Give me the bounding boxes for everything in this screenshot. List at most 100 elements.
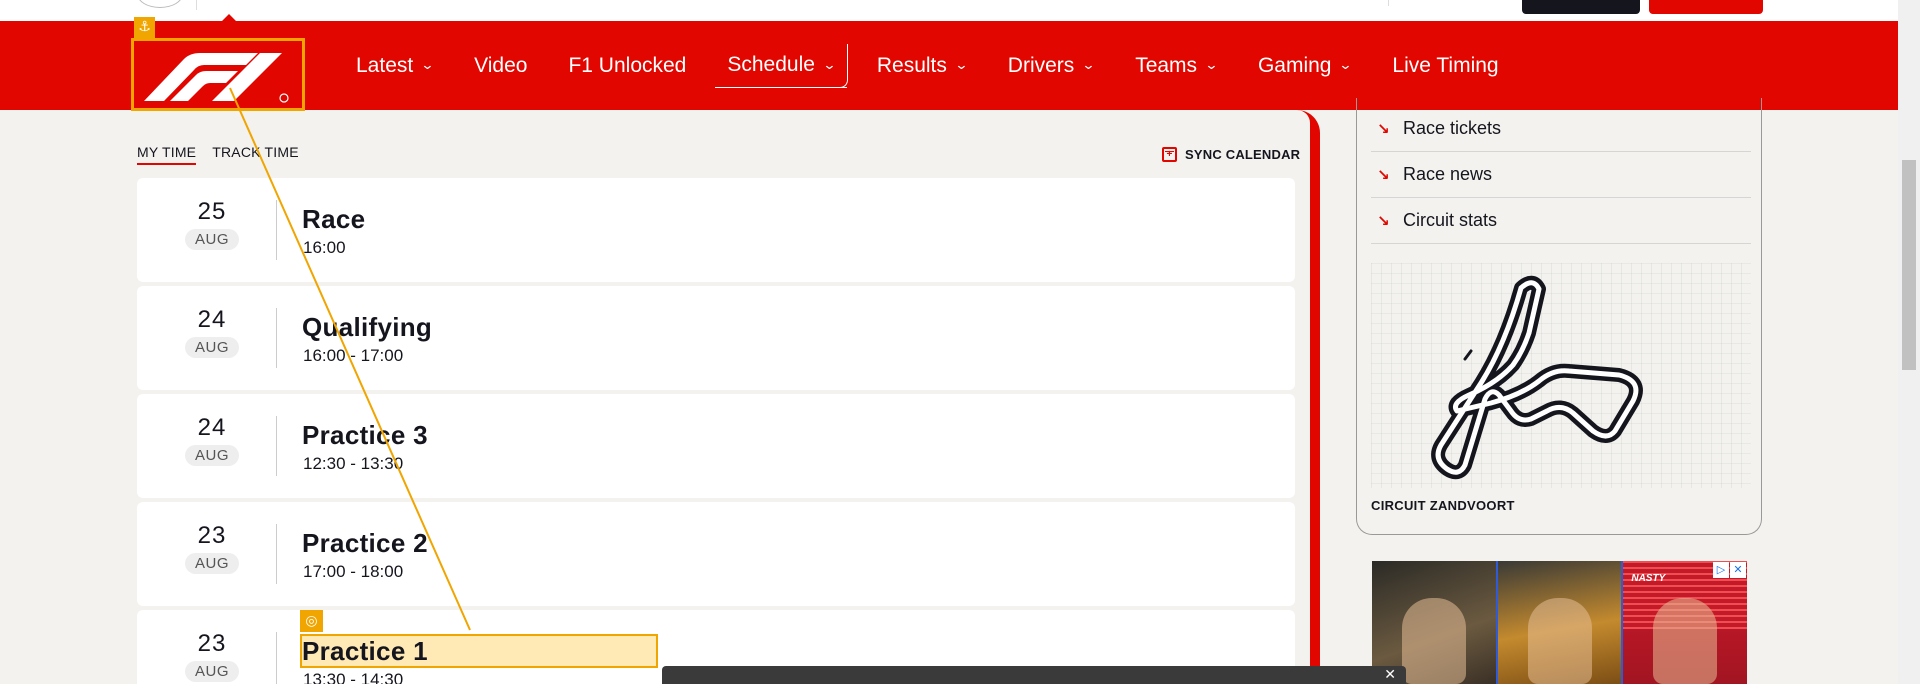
link-label: Race tickets: [1403, 118, 1502, 138]
chevron-down-icon: ⌄: [1204, 58, 1219, 73]
sync-calendar-label: SYNC CALENDAR: [1185, 147, 1301, 162]
circuit-stats-link[interactable]: ↘ Circuit stats: [1371, 198, 1751, 244]
session-name: Race: [302, 204, 366, 234]
adchoices-icon[interactable]: ▷: [1713, 562, 1729, 578]
nav-label: Video: [474, 53, 528, 77]
ad-title: NASTY: [1631, 573, 1666, 584]
session-name: Practice 2: [302, 528, 428, 558]
session-day: 23: [197, 522, 227, 549]
subscribe-button[interactable]: [1649, 0, 1763, 14]
primary-nav: Latest ⌄ Video F1 Unlocked Schedule ⌄ Resu…: [344, 21, 1528, 110]
session-date: 25 AUG: [177, 198, 247, 250]
session-month: AUG: [184, 337, 239, 358]
divider: [196, 0, 197, 10]
session-card-practice-3[interactable]: 24 AUG Practice 3 12:30 - 13:30: [137, 394, 1295, 498]
session-time: 16:00 - 17:00: [303, 346, 404, 365]
chevron-down-icon: ⌄: [822, 57, 837, 73]
advertisement[interactable]: NASTY ▷ ✕: [1372, 561, 1748, 684]
session-time: 16:00: [303, 238, 346, 257]
nav-label: F1 Unlocked: [568, 53, 687, 77]
sync-calendar-button[interactable]: SYNC CALENDAR: [1162, 147, 1300, 162]
arrow-down-right-icon: ↘: [1377, 165, 1390, 184]
session-card-qualifying[interactable]: 24 AUG Qualifying 16:00 - 17:00: [137, 286, 1295, 390]
divider: [276, 416, 277, 476]
session-month: AUG: [184, 229, 239, 250]
time-toggle: MY TIME TRACK TIME: [137, 144, 299, 165]
page-scrollbar[interactable]: [1898, 0, 1920, 684]
close-icon[interactable]: ✕: [1384, 667, 1396, 683]
divider: [276, 524, 277, 584]
f1-logo-icon: [144, 53, 289, 103]
session-day: 24: [197, 306, 227, 333]
nav-drivers[interactable]: Drivers ⌄: [996, 44, 1106, 88]
session-month: AUG: [184, 553, 239, 574]
nav-schedule[interactable]: Schedule ⌄: [715, 43, 848, 88]
calendar-add-icon: [1162, 147, 1177, 162]
scrollbar-thumb[interactable]: [1902, 160, 1916, 370]
chevron-down-icon: ⌄: [1338, 58, 1354, 73]
session-date: 24 AUG: [177, 306, 247, 358]
nav-f1-unlocked[interactable]: F1 Unlocked: [556, 44, 698, 88]
session-name: Practice 3: [302, 420, 428, 450]
chevron-down-icon: ⌄: [420, 58, 435, 73]
arrow-down-right-icon: ↘: [1377, 119, 1390, 138]
ad-panel: NASTY: [1623, 561, 1748, 684]
sign-in-button[interactable]: [1522, 0, 1640, 14]
fia-logo: [137, 0, 183, 8]
ad-panel: [1497, 561, 1624, 684]
session-name: Qualifying: [302, 312, 433, 342]
session-time: 13:30 - 14:30: [303, 670, 404, 684]
session-list: 25 AUG Race 16:00 24 AUG Qualifying 16:0…: [137, 178, 1295, 684]
session-card-practice-2[interactable]: 23 AUG Practice 2 17:00 - 18:00: [137, 502, 1295, 606]
nav-label: Results: [876, 53, 947, 77]
ad-image: [1653, 598, 1718, 684]
divider: [1388, 0, 1389, 6]
tab-my-time[interactable]: MY TIME: [137, 144, 197, 165]
nav-results[interactable]: Results ⌄: [865, 44, 979, 88]
nav-video[interactable]: Video: [462, 44, 539, 88]
link-label: Race news: [1403, 164, 1493, 184]
session-card-race[interactable]: 25 AUG Race 16:00: [137, 178, 1295, 282]
race-news-link[interactable]: ↘ Race news: [1371, 152, 1751, 198]
session-date: 23 AUG: [177, 630, 247, 682]
nav-live-timing[interactable]: Live Timing: [1380, 44, 1510, 88]
nav-label: Latest: [356, 53, 414, 77]
nav-label: Drivers: [1007, 53, 1075, 77]
race-sidebar: ↘ Race tickets ↘ Race news ↘ Circuit sta…: [1356, 98, 1762, 535]
circuit-map: [1371, 263, 1751, 488]
divider: [276, 200, 277, 260]
divider: [276, 308, 277, 368]
session-month: AUG: [184, 445, 239, 466]
nav-latest[interactable]: Latest ⌄: [344, 44, 445, 88]
nav-label: Gaming: [1257, 53, 1332, 77]
main-navbar: Latest ⌄ Video F1 Unlocked Schedule ⌄ Resu…: [0, 21, 1920, 111]
target-icon: ◎: [300, 610, 323, 632]
nav-label: Teams: [1135, 53, 1198, 77]
nav-label: Schedule: [727, 53, 815, 76]
top-utility-bar: [0, 0, 1920, 21]
nav-teams[interactable]: Teams ⌄: [1123, 44, 1229, 88]
nav-gaming[interactable]: Gaming ⌄: [1246, 44, 1363, 88]
ad-image: [1527, 598, 1592, 684]
session-day: 24: [197, 414, 227, 441]
session-date: 23 AUG: [177, 522, 247, 574]
arrow-down-right-icon: ↘: [1377, 211, 1390, 230]
anchor-icon: ⚓: [134, 17, 155, 38]
session-name: Practice 1: [302, 636, 428, 666]
nav-label: Live Timing: [1392, 53, 1499, 77]
ad-controls: ▷ ✕: [1713, 562, 1746, 578]
session-time: 12:30 - 13:30: [303, 454, 404, 473]
tab-track-time[interactable]: TRACK TIME: [212, 144, 299, 165]
ad-image: [1401, 598, 1466, 684]
session-month: AUG: [184, 661, 239, 682]
divider: [276, 632, 277, 684]
chevron-down-icon: ⌄: [954, 58, 969, 73]
session-time: 17:00 - 18:00: [303, 562, 404, 581]
race-tickets-link[interactable]: ↘ Race tickets: [1371, 106, 1751, 152]
session-date: 24 AUG: [177, 414, 247, 466]
schedule-frame-inner: [1297, 110, 1310, 684]
f1-logo[interactable]: [131, 38, 305, 111]
circuit-name: CIRCUIT ZANDVOORT: [1371, 498, 1515, 513]
close-icon[interactable]: ✕: [1730, 562, 1746, 578]
session-day: 23: [197, 630, 227, 657]
